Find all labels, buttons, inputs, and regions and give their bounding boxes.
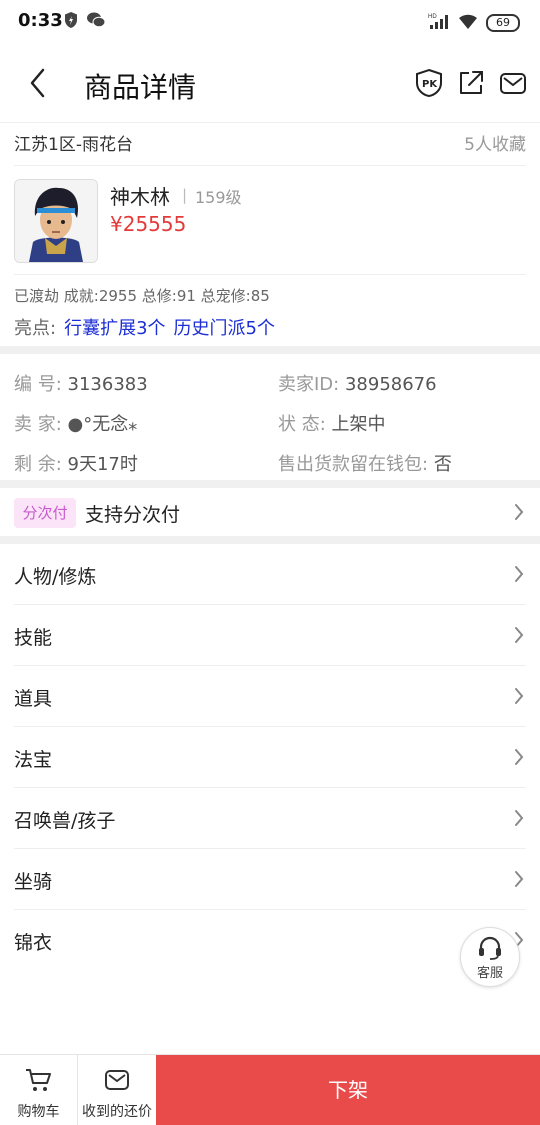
menu-item-label: 锦衣 bbox=[14, 932, 53, 954]
cart-button[interactable]: 购物车 bbox=[0, 1055, 77, 1125]
divider bbox=[14, 165, 526, 166]
menu-item-summons[interactable]: 召唤兽/孩子 bbox=[0, 788, 540, 849]
listing-id: 编 号: 3136383 bbox=[14, 370, 148, 396]
installment-row[interactable]: 分次付 支持分次付 bbox=[0, 488, 540, 536]
favorite-count: 5人收藏 bbox=[464, 135, 526, 155]
highlights: 亮点: 行囊扩展3个 历史门派5个 bbox=[14, 314, 275, 340]
signal-icon: HD bbox=[428, 14, 448, 29]
menu-item-label: 技能 bbox=[14, 627, 53, 649]
chevron-right-icon bbox=[515, 566, 524, 582]
menu-item-treasures[interactable]: 法宝 bbox=[0, 727, 540, 788]
status-label: 状 态: bbox=[278, 414, 326, 435]
highlight-item: 行囊扩展3个 bbox=[64, 318, 166, 339]
listing-id-value: 3136383 bbox=[67, 374, 148, 395]
chevron-right-icon bbox=[515, 871, 524, 887]
wechat-icon bbox=[87, 12, 106, 28]
menu-item-label: 人物/修炼 bbox=[14, 566, 97, 588]
status-time: 0:33 bbox=[18, 10, 63, 31]
character-name: 神木林 bbox=[110, 185, 170, 209]
battery-indicator: 69 bbox=[486, 14, 520, 32]
cart-label: 购物车 bbox=[17, 1104, 60, 1120]
status-value: 上架中 bbox=[331, 414, 386, 435]
remaining-time: 剩 余: 9天17时 bbox=[14, 450, 138, 476]
character-stats: 已渡劫 成就:2955 总修:91 总宠修:85 bbox=[14, 287, 270, 305]
status-bar: 0:33 HD 69 bbox=[0, 0, 540, 44]
chevron-right-icon bbox=[515, 749, 524, 765]
wallet-setting: 售出货款留在钱包: 否 bbox=[278, 450, 452, 476]
wallet-value: 否 bbox=[433, 454, 452, 475]
seller-label: 卖 家: bbox=[14, 414, 62, 435]
svg-text:HD: HD bbox=[428, 14, 437, 20]
pk-compare-icon[interactable]: PK bbox=[414, 68, 444, 98]
menu-item-label: 道具 bbox=[14, 688, 53, 710]
highlights-label: 亮点: bbox=[14, 318, 57, 339]
mail-icon bbox=[105, 1070, 129, 1090]
menu-item-outfits[interactable]: 锦衣 bbox=[0, 910, 540, 971]
listing-id-label: 编 号: bbox=[14, 374, 62, 395]
take-down-button[interactable]: 下架 bbox=[156, 1055, 540, 1125]
wallet-label: 售出货款留在钱包: bbox=[278, 454, 429, 475]
svg-text:PK: PK bbox=[422, 79, 438, 90]
seller-id: 卖家ID: 38958676 bbox=[278, 370, 437, 396]
back-arrow-icon[interactable] bbox=[26, 66, 52, 100]
seller-id-value: 38958676 bbox=[344, 374, 437, 395]
wifi-icon bbox=[459, 14, 477, 29]
installment-badge: 分次付 bbox=[14, 498, 76, 528]
section-band bbox=[0, 536, 540, 544]
bottom-action-bar: 购物车 收到的还价 下架 bbox=[0, 1054, 540, 1125]
server-region: 江苏1区-雨花台 bbox=[14, 135, 133, 155]
page-title: 商品详情 bbox=[84, 71, 197, 104]
app-header: 商品详情 PK bbox=[0, 44, 540, 123]
seller-id-label: 卖家ID: bbox=[278, 374, 340, 395]
menu-item-character[interactable]: 人物/修炼 bbox=[0, 544, 540, 605]
chevron-right-icon bbox=[515, 504, 524, 520]
share-icon[interactable] bbox=[456, 68, 486, 98]
character-avatar bbox=[14, 179, 98, 263]
menu-item-items[interactable]: 道具 bbox=[0, 666, 540, 727]
message-icon[interactable] bbox=[498, 68, 528, 98]
product-price: ¥25555 bbox=[110, 212, 187, 236]
shield-icon bbox=[65, 12, 77, 28]
cart-icon bbox=[26, 1069, 51, 1091]
chevron-right-icon bbox=[515, 627, 524, 643]
received-offers-button[interactable]: 收到的还价 bbox=[78, 1055, 156, 1125]
listing-status: 状 态: 上架中 bbox=[278, 410, 386, 436]
customer-service-label: 客服 bbox=[476, 966, 503, 981]
name-level-separator: | bbox=[182, 186, 188, 204]
seller: 卖 家: ●°无念⁎ bbox=[14, 410, 137, 436]
menu-item-mounts[interactable]: 坐骑 bbox=[0, 849, 540, 910]
character-level: 159级 bbox=[195, 188, 242, 207]
highlight-item: 历史门派5个 bbox=[173, 318, 275, 339]
menu-item-skills[interactable]: 技能 bbox=[0, 605, 540, 666]
divider bbox=[14, 274, 526, 275]
menu-item-label: 坐骑 bbox=[14, 871, 53, 893]
seller-value: ●°无念⁎ bbox=[67, 414, 138, 435]
customer-service-button[interactable]: 客服 bbox=[460, 927, 520, 987]
remaining-value: 9天17时 bbox=[67, 454, 138, 475]
section-band bbox=[0, 346, 540, 354]
chevron-right-icon bbox=[515, 688, 524, 704]
section-band bbox=[0, 480, 540, 488]
remaining-label: 剩 余: bbox=[14, 454, 62, 475]
installment-text: 支持分次付 bbox=[85, 504, 181, 526]
menu-item-label: 法宝 bbox=[14, 749, 53, 771]
received-offers-label: 收到的还价 bbox=[82, 1104, 152, 1120]
menu-item-label: 召唤兽/孩子 bbox=[14, 810, 116, 832]
chevron-right-icon bbox=[515, 810, 524, 826]
headset-icon bbox=[479, 936, 501, 960]
